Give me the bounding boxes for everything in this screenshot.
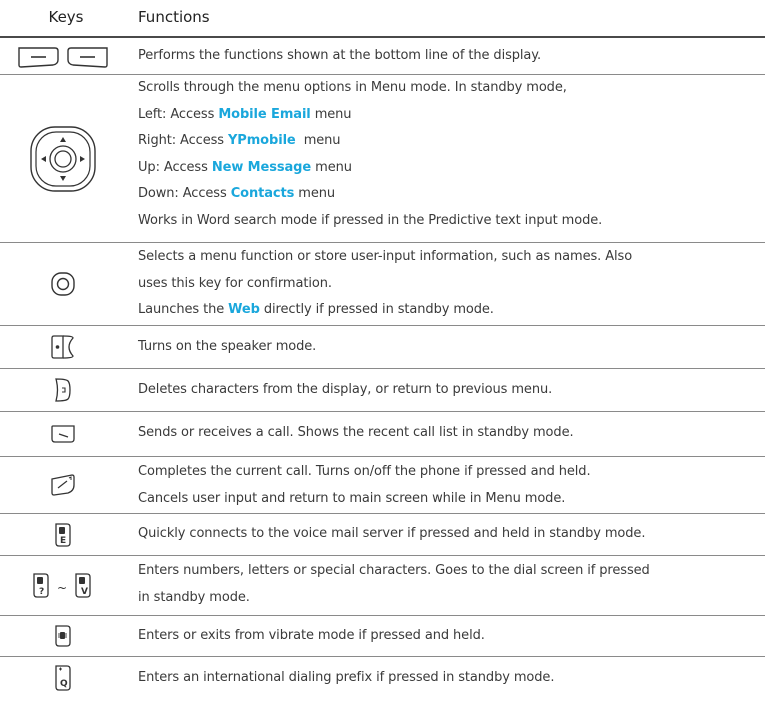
functions-column-header: Functions [138, 8, 210, 26]
function-text: Cancels user input and return to main sc… [138, 490, 566, 506]
clear-key-icon [0, 369, 126, 411]
table-row: Q Enters an international dialing prefix… [0, 657, 765, 699]
table-header: Keys Functions [0, 0, 765, 36]
function-text: in standby mode. [138, 589, 250, 605]
function-text: Turns on the speaker mode. [138, 339, 317, 354]
key-character: Q [60, 679, 68, 689]
table-row: Turns on the speaker mode. [0, 326, 765, 368]
function-text: Right: Access YPmobile menu [138, 133, 341, 148]
function-text: Selects a menu function or store user-in… [138, 249, 633, 264]
function-text: Enters or exits from vibrate mode if pre… [138, 628, 485, 643]
table-row: Selects a menu function or store user-in… [0, 243, 765, 325]
key-functions-page: Keys Functions Performs the functions sh… [0, 0, 765, 716]
send-key-icon [0, 412, 126, 456]
speaker-key-icon [0, 326, 126, 368]
table-row: Deletes characters from the display, or … [0, 369, 765, 411]
vibrate-key-icon [0, 616, 126, 656]
navigation-key-icon [0, 75, 126, 242]
function-text: Up: Access New Message menu [138, 159, 352, 175]
function-text: uses this key for confirmation. [138, 275, 332, 291]
function-text: Quickly connects to the voice mail serve… [138, 526, 646, 541]
table-row: E Quickly connects to the voice mail ser… [0, 514, 765, 555]
function-text: Down: Access Contacts menu [138, 186, 336, 201]
range-tilde: ~ [57, 581, 67, 595]
table-row: Completes the current call. Turns on/off… [0, 457, 765, 513]
function-text: Completes the current call. Turns on/off… [138, 464, 591, 479]
key-character: E [60, 536, 66, 546]
menu-name-highlight: Mobile Email [218, 106, 311, 122]
table-row: Performs the functions shown at the bott… [0, 40, 765, 74]
function-text: Sends or receives a call. Shows the rece… [138, 425, 574, 440]
table-row: Scrolls through the menu options in Menu… [0, 75, 765, 242]
table-row: ? ~ V Enters numbers, letters or special… [0, 556, 765, 615]
function-text: Launches the Web directly if pressed in … [138, 302, 494, 317]
end-key-icon [0, 457, 126, 513]
table-row: Sends or receives a call. Shows the rece… [0, 412, 765, 456]
confirm-key-icon [0, 243, 126, 325]
function-text: Performs the functions shown at the bott… [138, 48, 542, 63]
table-row: Enters or exits from vibrate mode if pre… [0, 616, 765, 656]
function-text: Left: Access Mobile Email menu [138, 106, 352, 122]
alphanumeric-keys-icon: ? ~ V [0, 556, 126, 615]
header-divider [0, 36, 765, 38]
menu-name-highlight: YPmobile [227, 133, 296, 148]
function-text: Deletes characters from the display, or … [138, 382, 553, 397]
key-character: V [81, 587, 88, 597]
function-text: Scrolls through the menu options in Menu… [138, 80, 567, 95]
key-character: ? [39, 587, 44, 597]
menu-name-highlight: Web [228, 302, 260, 317]
function-text: Enters an international dialing prefix i… [138, 670, 555, 685]
voicemail-key-icon: E [0, 514, 126, 555]
keys-column-header: Keys [48, 8, 84, 26]
menu-name-highlight: Contacts [230, 186, 295, 201]
soft-keys-icon [0, 40, 126, 74]
international-prefix-key-icon: Q [0, 657, 126, 699]
function-text: Works in Word search mode if pressed in … [138, 212, 603, 228]
menu-name-highlight: New Message [211, 159, 312, 175]
function-text: Enters numbers, letters or special chara… [138, 563, 650, 578]
